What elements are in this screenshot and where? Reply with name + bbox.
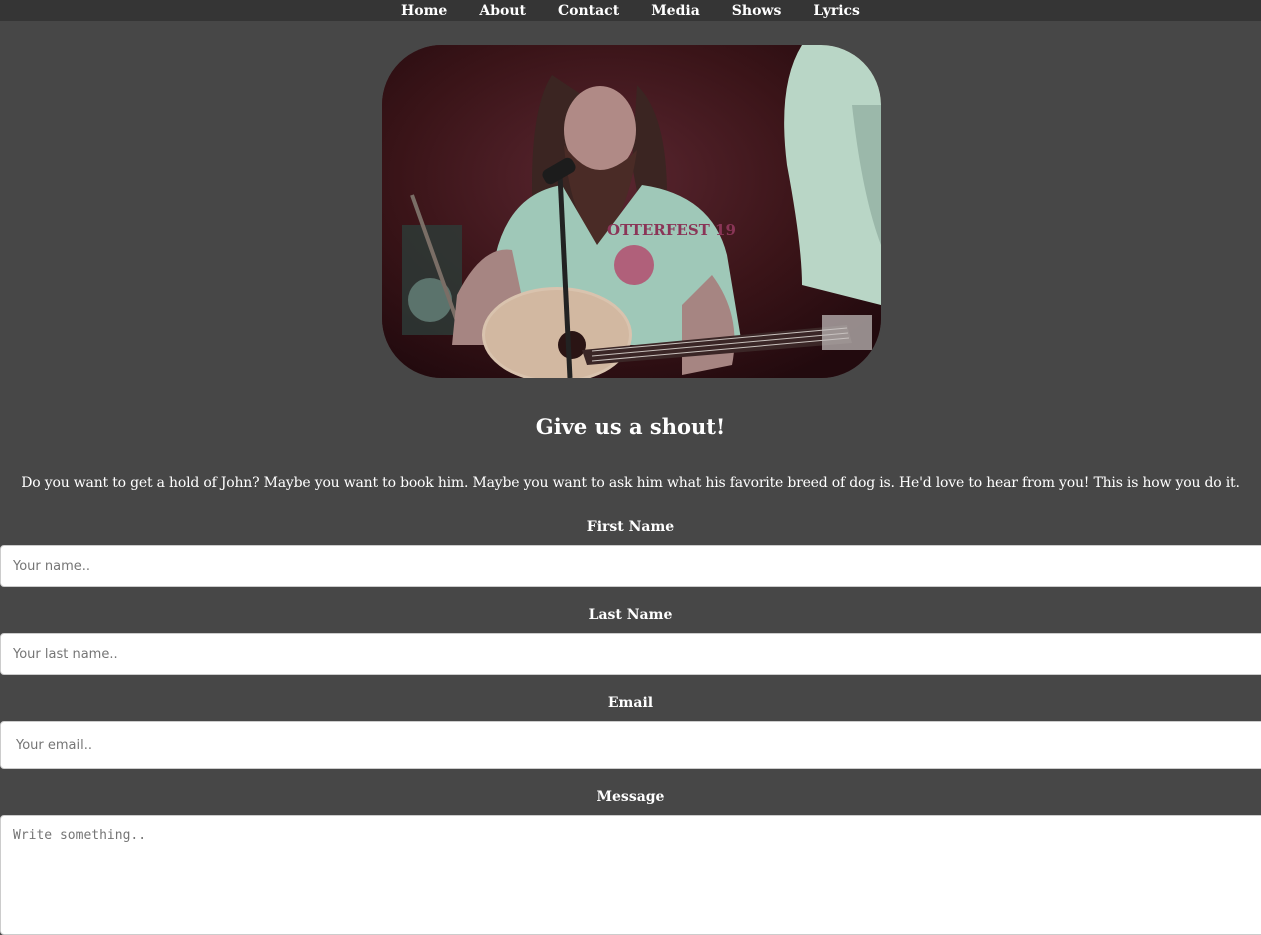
email-input[interactable] <box>0 721 1261 769</box>
first-name-label: First Name <box>586 519 675 535</box>
last-name-input[interactable] <box>0 633 1261 675</box>
message-textarea[interactable] <box>0 815 1261 935</box>
nav-shows-link[interactable]: Shows <box>732 2 782 20</box>
nav-home-link[interactable]: Home <box>401 2 447 20</box>
hero-photo: OTTERFEST 19 <box>382 45 881 378</box>
nav-media-link[interactable]: Media <box>651 2 700 20</box>
intro-text: Do you want to get a hold of John? Maybe… <box>21 475 1240 491</box>
nav-contact-link[interactable]: Contact <box>558 2 619 20</box>
last-name-label: Last Name <box>588 607 673 623</box>
shirt-graphic-text: OTTERFEST 19 <box>607 221 736 239</box>
musician-photo-image: OTTERFEST 19 <box>382 45 881 378</box>
nav-about-link[interactable]: About <box>479 2 526 20</box>
email-label: Email <box>607 695 654 711</box>
top-nav: Home About Contact Media Shows Lyrics <box>0 0 1261 21</box>
nav-lyrics-link[interactable]: Lyrics <box>813 2 860 20</box>
message-label: Message <box>596 789 665 805</box>
first-name-input[interactable] <box>0 545 1261 587</box>
page-title: Give us a shout! <box>535 414 726 439</box>
